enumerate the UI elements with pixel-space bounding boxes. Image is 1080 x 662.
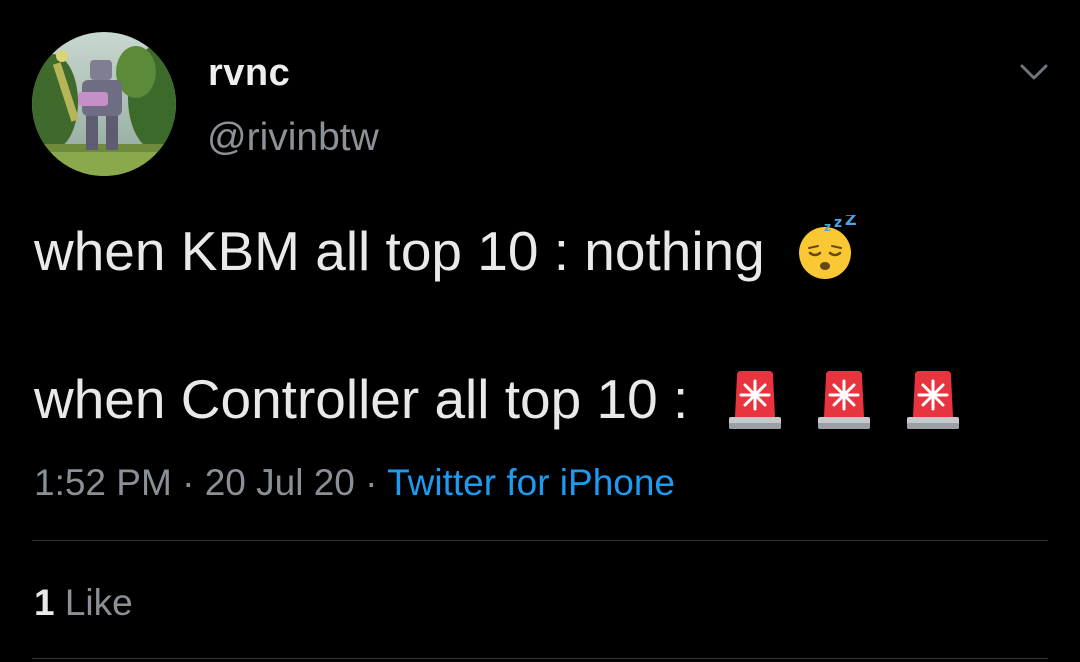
chevron-down-icon[interactable] bbox=[1016, 58, 1052, 86]
svg-text:z: z bbox=[824, 220, 831, 234]
display-name[interactable]: rvnc bbox=[208, 52, 290, 95]
divider bbox=[32, 540, 1048, 541]
tweet-detail: rvnc @rivinbtw when KBM all top 10 : not… bbox=[0, 0, 1080, 662]
like-count-number: 1 bbox=[34, 582, 55, 623]
tweet-text-line-1: when KBM all top 10 : nothing z z Z bbox=[34, 215, 860, 281]
svg-text:z: z bbox=[834, 215, 842, 231]
tweet-text-line-2-text: when Controller all top 10 : bbox=[34, 368, 689, 430]
tweet-source-link[interactable]: Twitter for iPhone bbox=[387, 462, 675, 503]
tweet-time[interactable]: 1:52 PM bbox=[34, 462, 172, 503]
tweet-text-line-2: when Controller all top 10 : bbox=[34, 371, 966, 433]
meta-separator: · bbox=[182, 462, 195, 503]
username-handle[interactable]: @rivinbtw bbox=[207, 116, 379, 160]
like-count-label: Like bbox=[64, 582, 133, 623]
tweet-text-line-1-text: when KBM all top 10 : nothing bbox=[34, 220, 765, 282]
avatar[interactable] bbox=[32, 32, 176, 176]
police-light-icon bbox=[907, 371, 960, 430]
svg-text:Z: Z bbox=[845, 215, 857, 229]
tweet-metadata: 1:52 PM · 20 Jul 20 · Twitter for iPhone bbox=[34, 462, 675, 504]
tweet-date[interactable]: 20 Jul 20 bbox=[205, 462, 355, 503]
likes-count[interactable]: 1 Like bbox=[34, 582, 133, 624]
police-light-icon bbox=[728, 371, 781, 430]
meta-separator: · bbox=[365, 462, 378, 503]
police-light-icon bbox=[817, 371, 870, 430]
avatar-image bbox=[32, 32, 176, 176]
sleeping-face-icon: z z Z bbox=[799, 215, 857, 280]
divider bbox=[32, 658, 1048, 659]
